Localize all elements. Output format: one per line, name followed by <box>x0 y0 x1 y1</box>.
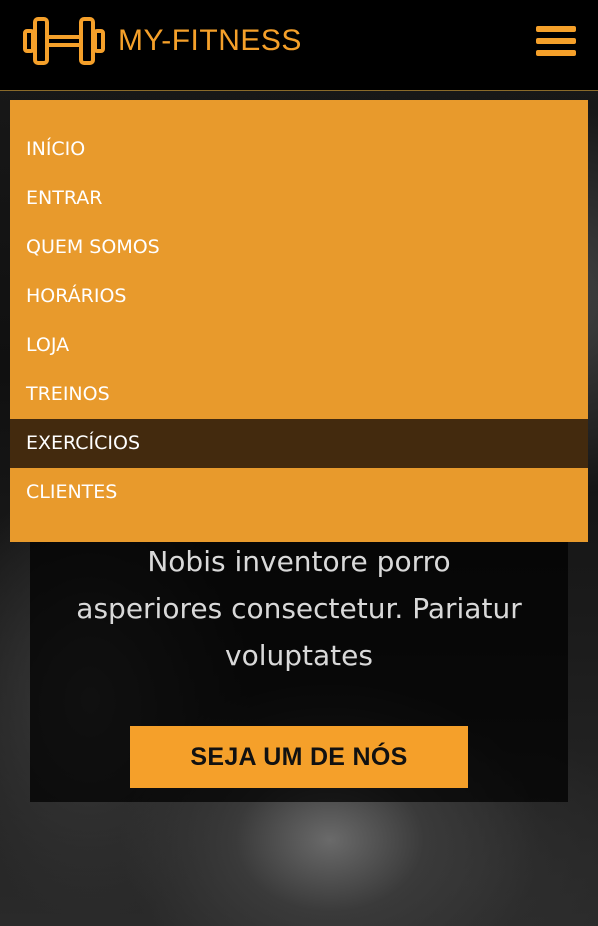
join-us-button[interactable]: SEJA UM DE NÓS <box>130 726 468 788</box>
brand-logo[interactable]: MY-FITNESS <box>22 14 302 68</box>
brand-name: MY-FITNESS <box>118 24 302 57</box>
menu-bar <box>536 50 576 56</box>
hero-line: asperiores consectetur. Pariatur <box>76 592 522 625</box>
dumbbell-icon <box>23 17 105 65</box>
menu-bar <box>536 38 576 44</box>
hero-line: Nobis inventore porro <box>147 545 451 578</box>
nav-item-treinos[interactable]: TREINOS <box>10 370 588 419</box>
nav-item-inicio[interactable]: INÍCIO <box>10 125 588 174</box>
nav-item-clientes[interactable]: CLIENTES <box>10 468 588 517</box>
hero-card: Nobis inventore porro asperiores consect… <box>30 510 568 802</box>
menu-bar <box>536 26 576 32</box>
hamburger-menu-icon[interactable] <box>536 26 576 62</box>
nav-item-entrar[interactable]: ENTRAR <box>10 174 588 223</box>
nav-item-quem-somos[interactable]: QUEM SOMOS <box>10 223 588 272</box>
nav-item-horarios[interactable]: HORÁRIOS <box>10 272 588 321</box>
nav-item-loja[interactable]: LOJA <box>10 321 588 370</box>
dropdown-nav-menu: INÍCIO ENTRAR QUEM SOMOS HORÁRIOS LOJA T… <box>10 100 588 542</box>
site-header: MY-FITNESS <box>0 0 598 91</box>
hero-text: Nobis inventore porro asperiores consect… <box>30 538 568 679</box>
page: MY-FITNESS Nobis inventore porro asperio… <box>0 0 598 926</box>
hero-line: voluptates <box>225 639 373 672</box>
nav-item-exercicios[interactable]: EXERCÍCIOS <box>10 419 588 468</box>
